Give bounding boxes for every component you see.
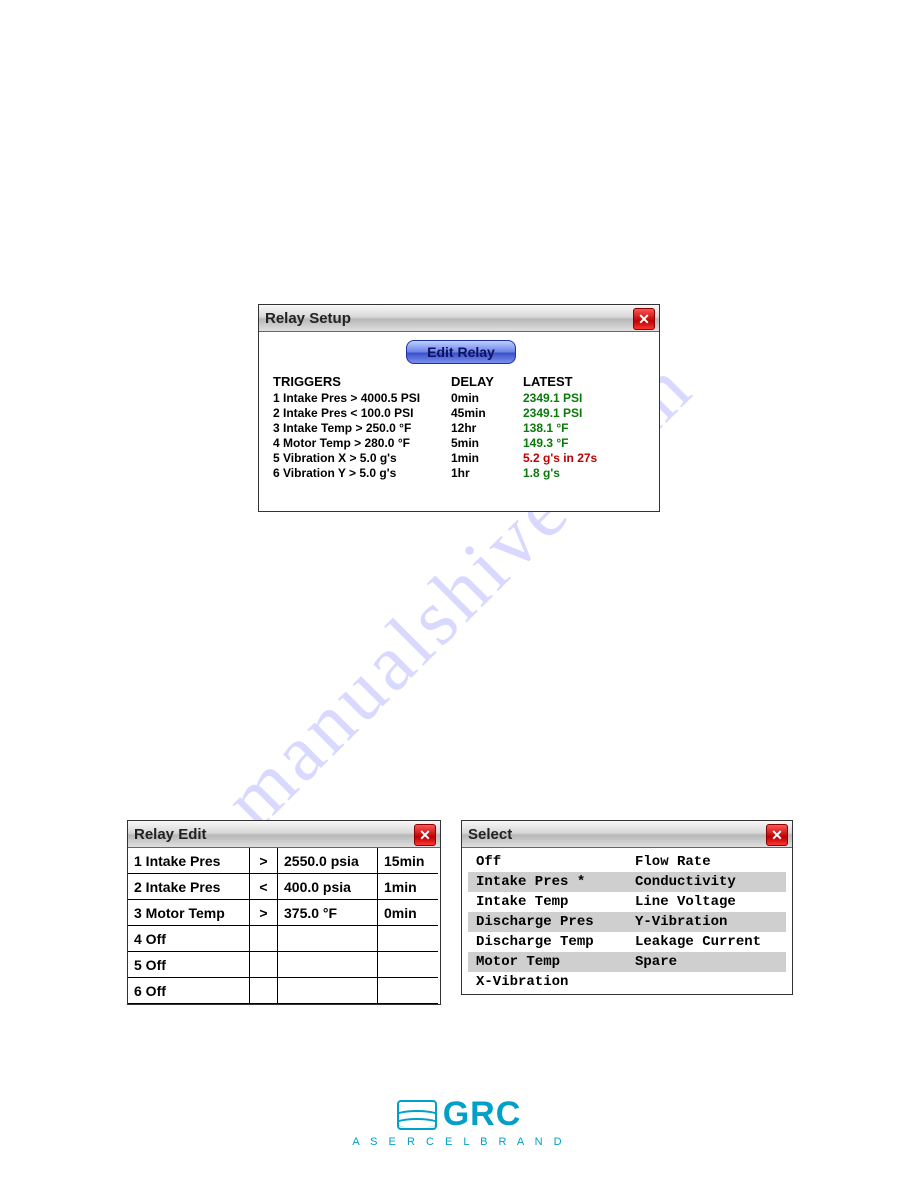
row-name: 4 Off <box>128 926 250 952</box>
logo-row: GRC <box>397 1095 522 1134</box>
delay-line: 5min <box>451 436 523 451</box>
row-name: 2 Intake Pres <box>128 874 250 900</box>
row-val <box>278 952 378 978</box>
relay-edit-title: Relay Edit <box>134 826 207 843</box>
select-titlebar: Select ✕ <box>462 821 792 848</box>
grc-logo-icon <box>397 1100 437 1130</box>
list-item[interactable]: Line Voltage <box>627 892 786 912</box>
list-item[interactable]: Flow Rate <box>627 852 786 872</box>
select-col-left: Off Intake Pres * Intake Temp Discharge … <box>468 852 627 992</box>
list-item[interactable]: X-Vibration <box>468 972 627 992</box>
select-body: Off Intake Pres * Intake Temp Discharge … <box>462 848 792 994</box>
row-op <box>250 978 278 1004</box>
close-icon[interactable]: ✕ <box>414 824 436 846</box>
trigger-line: 3 Intake Temp > 250.0 °F <box>273 421 451 436</box>
row-delay <box>378 978 438 1004</box>
list-item[interactable]: Off <box>468 852 627 872</box>
row-delay: 1min <box>378 874 438 900</box>
row-name: 5 Off <box>128 952 250 978</box>
relay-edit-titlebar: Relay Edit ✕ <box>128 821 440 848</box>
latest-column: LATEST 2349.1 PSI 2349.1 PSI 138.1 °F 14… <box>523 374 643 481</box>
list-item[interactable]: Intake Temp <box>468 892 627 912</box>
close-icon[interactable]: ✕ <box>766 824 788 846</box>
select-grid: Off Intake Pres * Intake Temp Discharge … <box>468 852 786 992</box>
delay-header: DELAY <box>451 374 523 389</box>
delay-line: 12hr <box>451 421 523 436</box>
relay-setup-title: Relay Setup <box>265 310 351 327</box>
list-item[interactable]: Discharge Pres <box>468 912 627 932</box>
trigger-line: 6 Vibration Y > 5.0 g's <box>273 466 451 481</box>
triggers-column: TRIGGERS 1 Intake Pres > 4000.5 PSI 2 In… <box>273 374 451 481</box>
select-col-right: Flow Rate Conductivity Line Voltage Y-Vi… <box>627 852 786 992</box>
row-val <box>278 978 378 1004</box>
trigger-line: 4 Motor Temp > 280.0 °F <box>273 436 451 451</box>
row-val: 2550.0 psia <box>278 848 378 874</box>
relay-edit-body: 1 Intake Pres > 2550.0 psia 15min 2 Inta… <box>128 848 440 1004</box>
trigger-line: 2 Intake Pres < 100.0 PSI <box>273 406 451 421</box>
table-row[interactable]: 1 Intake Pres > 2550.0 psia 15min <box>128 848 440 874</box>
delay-line: 0min <box>451 391 523 406</box>
delay-line: 45min <box>451 406 523 421</box>
list-item[interactable]: Spare <box>627 952 786 972</box>
latest-line: 1.8 g's <box>523 466 643 481</box>
delay-line: 1hr <box>451 466 523 481</box>
row-name: 3 Motor Temp <box>128 900 250 926</box>
row-op: > <box>250 900 278 926</box>
table-row[interactable]: 4 Off <box>128 926 440 952</box>
list-item[interactable]: Y-Vibration <box>627 912 786 932</box>
select-title: Select <box>468 826 512 843</box>
row-name: 6 Off <box>128 978 250 1004</box>
list-item[interactable]: Conductivity <box>627 872 786 892</box>
latest-line: 138.1 °F <box>523 421 643 436</box>
relay-setup-body: Edit Relay TRIGGERS 1 Intake Pres > 4000… <box>259 332 659 511</box>
row-val: 375.0 °F <box>278 900 378 926</box>
triggers-header: TRIGGERS <box>273 374 451 389</box>
list-item[interactable]: Discharge Temp <box>468 932 627 952</box>
row-op <box>250 926 278 952</box>
delay-line: 1min <box>451 451 523 466</box>
trigger-line: 1 Intake Pres > 4000.5 PSI <box>273 391 451 406</box>
latest-line: 2349.1 PSI <box>523 391 643 406</box>
row-delay <box>378 926 438 952</box>
relay-edit-window: Relay Edit ✕ 1 Intake Pres > 2550.0 psia… <box>127 820 441 1005</box>
table-row[interactable]: 2 Intake Pres < 400.0 psia 1min <box>128 874 440 900</box>
list-item[interactable]: Leakage Current <box>627 932 786 952</box>
trigger-line: 5 Vibration X > 5.0 g's <box>273 451 451 466</box>
relay-setup-titlebar: Relay Setup ✕ <box>259 305 659 332</box>
row-delay: 0min <box>378 900 438 926</box>
close-icon[interactable]: ✕ <box>633 308 655 330</box>
latest-line: 5.2 g's in 27s <box>523 451 643 466</box>
row-val: 400.0 psia <box>278 874 378 900</box>
row-op <box>250 952 278 978</box>
select-window: Select ✕ Off Intake Pres * Intake Temp D… <box>461 820 793 995</box>
table-row[interactable]: 6 Off <box>128 978 440 1004</box>
edit-relay-button[interactable]: Edit Relay <box>406 340 516 364</box>
list-item[interactable]: Intake Pres * <box>468 872 627 892</box>
brand-text: GRC <box>443 1095 522 1134</box>
latest-line: 149.3 °F <box>523 436 643 451</box>
row-op: < <box>250 874 278 900</box>
row-op: > <box>250 848 278 874</box>
row-delay <box>378 952 438 978</box>
row-delay: 15min <box>378 848 438 874</box>
list-item[interactable]: Motor Temp <box>468 952 627 972</box>
delay-column: DELAY 0min 45min 12hr 5min 1min 1hr <box>451 374 523 481</box>
latest-header: LATEST <box>523 374 643 389</box>
footer-logo: GRC A S E R C E L B R A N D <box>0 1095 918 1148</box>
row-name: 1 Intake Pres <box>128 848 250 874</box>
table-row[interactable]: 5 Off <box>128 952 440 978</box>
table-row[interactable]: 3 Motor Temp > 375.0 °F 0min <box>128 900 440 926</box>
relay-setup-window: Relay Setup ✕ Edit Relay TRIGGERS 1 Inta… <box>258 304 660 512</box>
brand-tagline: A S E R C E L B R A N D <box>352 1136 565 1148</box>
edit-relay-row: Edit Relay <box>273 340 649 364</box>
row-val <box>278 926 378 952</box>
latest-line: 2349.1 PSI <box>523 406 643 421</box>
relay-setup-columns: TRIGGERS 1 Intake Pres > 4000.5 PSI 2 In… <box>273 374 649 481</box>
